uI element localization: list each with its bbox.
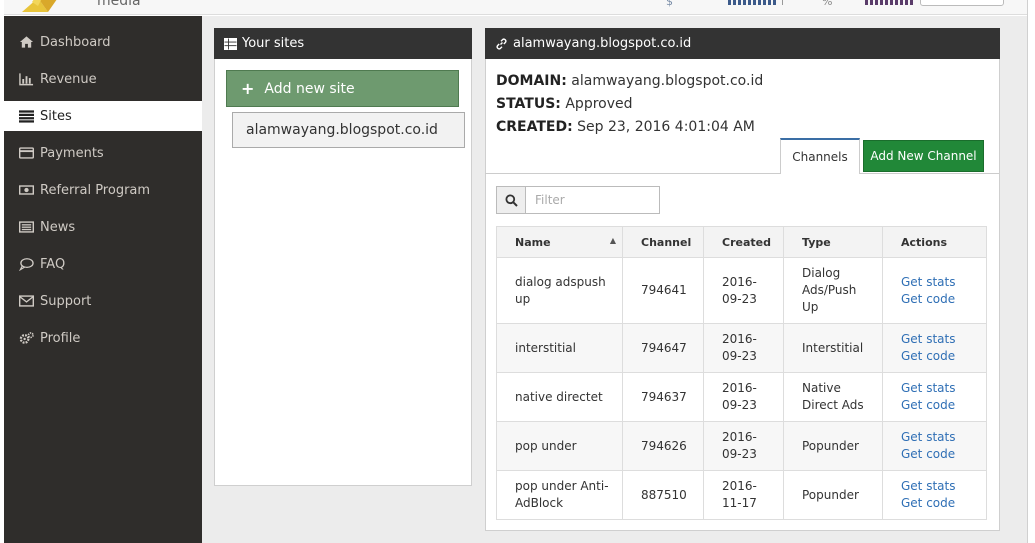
created-value: Sep 23, 2016 4:01:04 AM: [577, 119, 755, 135]
site-detail-header: alamwayang.blogspot.co.id: [485, 28, 1000, 59]
logo-icon: [22, 0, 57, 12]
table-row: pop under 794626 2016- 09-23 Popunder Get…: [496, 421, 987, 471]
app-window: media $ % Dashboard Revenue Sites Paymen…: [0, 0, 1035, 543]
table-header-row: Name ▲ Channel Created Type Actions: [496, 226, 987, 258]
cell-created: 2016- 11-17: [703, 470, 784, 520]
tab-divider: [485, 173, 999, 174]
window-edge: [1027, 0, 1035, 543]
cell-created: 2016- 09-23: [703, 372, 784, 422]
column-header-channel[interactable]: Channel: [622, 226, 704, 258]
site-detail-title: alamwayang.blogspot.co.id: [513, 36, 692, 51]
sidebar-item-revenue[interactable]: Revenue: [4, 64, 202, 94]
get-code-link[interactable]: Get code: [901, 291, 986, 308]
cogs-icon: [18, 331, 34, 345]
get-code-link[interactable]: Get code: [901, 495, 986, 512]
bar-chart-icon: [18, 72, 34, 86]
cell-channel: 794647: [622, 323, 704, 373]
channels-table: Name ▲ Channel Created Type Actions dialo…: [496, 226, 987, 520]
cell-actions: Get stats Get code: [882, 421, 987, 471]
table-row: dialog adspush up 794641 2016- 09-23 Dialo…: [496, 257, 987, 324]
header-button[interactable]: [920, 0, 1004, 6]
get-code-link[interactable]: Get code: [901, 397, 986, 414]
get-stats-link[interactable]: Get stats: [901, 429, 986, 446]
cell-type: Interstitial: [783, 323, 883, 373]
get-code-link[interactable]: Get code: [901, 446, 986, 463]
tab-channels[interactable]: Channels: [780, 138, 860, 174]
sort-asc-icon: ▲: [609, 235, 616, 245]
newspaper-icon: [18, 220, 34, 234]
stats-meter-icon: [865, 0, 913, 5]
cell-actions: Get stats Get code: [882, 257, 987, 324]
domain-row: DOMAIN: alamwayang.blogspot.co.id: [496, 73, 764, 89]
cell-name: pop under Anti- AdBlock: [496, 470, 623, 520]
status-value: Approved: [565, 96, 633, 112]
meter-divider: [782, 0, 783, 5]
domain-value: alamwayang.blogspot.co.id: [571, 73, 764, 89]
sidebar-item-payments[interactable]: Payments: [4, 138, 202, 168]
get-stats-link[interactable]: Get stats: [901, 274, 986, 291]
table-row: native directet 794637 2016- 09-23 Native…: [496, 372, 987, 422]
table-row: pop under Anti- AdBlock 887510 2016- 11-17…: [496, 470, 987, 520]
cell-actions: Get stats Get code: [882, 470, 987, 520]
sidebar-item-referral-program[interactable]: Referral Program: [4, 175, 202, 205]
column-header-created[interactable]: Created: [703, 226, 784, 258]
cell-channel: 794637: [622, 372, 704, 422]
comment-icon: [18, 257, 34, 271]
cell-type: Dialog Ads/Push Up: [783, 257, 883, 324]
cell-channel: 794626: [622, 421, 704, 471]
get-stats-link[interactable]: Get stats: [901, 331, 986, 348]
get-stats-link[interactable]: Get stats: [901, 380, 986, 397]
table-icon: [224, 37, 237, 50]
brand-name: media: [97, 0, 141, 9]
envelope-icon: [18, 294, 34, 308]
sidebar-item-support[interactable]: Support: [4, 286, 202, 316]
search-button[interactable]: [496, 186, 526, 214]
cell-name: native directet: [496, 372, 623, 422]
revenue-meter-icon: [728, 0, 776, 5]
site-list-item[interactable]: alamwayang.blogspot.co.id: [232, 112, 465, 148]
cell-channel: 794641: [622, 257, 704, 324]
cell-name: interstitial: [496, 323, 623, 373]
credit-card-icon: [18, 146, 34, 160]
percent-label: %: [822, 0, 833, 8]
sidebar: Dashboard Revenue Sites Payments Referra…: [4, 16, 202, 543]
cell-channel: 887510: [622, 470, 704, 520]
sites-panel-header: Your sites: [214, 28, 472, 59]
plus-icon: +: [241, 79, 255, 98]
sidebar-item-sites[interactable]: Sites: [4, 101, 202, 131]
add-new-channel-button[interactable]: Add New Channel: [863, 140, 984, 172]
sidebar-item-news[interactable]: News: [4, 212, 202, 242]
search-icon: [505, 194, 518, 207]
sidebar-item-dashboard[interactable]: Dashboard: [4, 27, 202, 57]
get-stats-link[interactable]: Get stats: [901, 478, 986, 495]
list-icon: [18, 109, 34, 123]
cell-created: 2016- 09-23: [703, 257, 784, 324]
get-code-link[interactable]: Get code: [901, 348, 986, 365]
link-icon: [496, 38, 507, 49]
column-header-type[interactable]: Type: [783, 226, 883, 258]
column-header-name[interactable]: Name ▲: [496, 226, 623, 258]
sidebar-item-profile[interactable]: Profile: [4, 323, 202, 353]
money-icon: [18, 183, 34, 197]
top-header: media $ %: [4, 0, 1027, 15]
home-icon: [18, 35, 34, 49]
column-header-actions: Actions: [882, 226, 987, 258]
cell-type: Native Direct Ads: [783, 372, 883, 422]
cell-type: Popunder: [783, 421, 883, 471]
cell-name: pop under: [496, 421, 623, 471]
cell-name: dialog adspush up: [496, 257, 623, 324]
status-row: STATUS: Approved: [496, 96, 633, 112]
created-row: CREATED: Sep 23, 2016 4:01:04 AM: [496, 119, 755, 135]
cell-actions: Get stats Get code: [882, 323, 987, 373]
cell-created: 2016- 09-23: [703, 323, 784, 373]
filter-input[interactable]: [525, 186, 660, 214]
table-row: interstitial 794647 2016- 09-23 Interstit…: [496, 323, 987, 373]
currency-label: $: [666, 0, 673, 8]
sidebar-item-faq[interactable]: FAQ: [4, 249, 202, 279]
cell-actions: Get stats Get code: [882, 372, 987, 422]
cell-created: 2016- 09-23: [703, 421, 784, 471]
add-new-site-button[interactable]: + Add new site: [226, 70, 459, 107]
cell-type: Popunder: [783, 470, 883, 520]
sites-panel-title: Your sites: [242, 36, 305, 51]
